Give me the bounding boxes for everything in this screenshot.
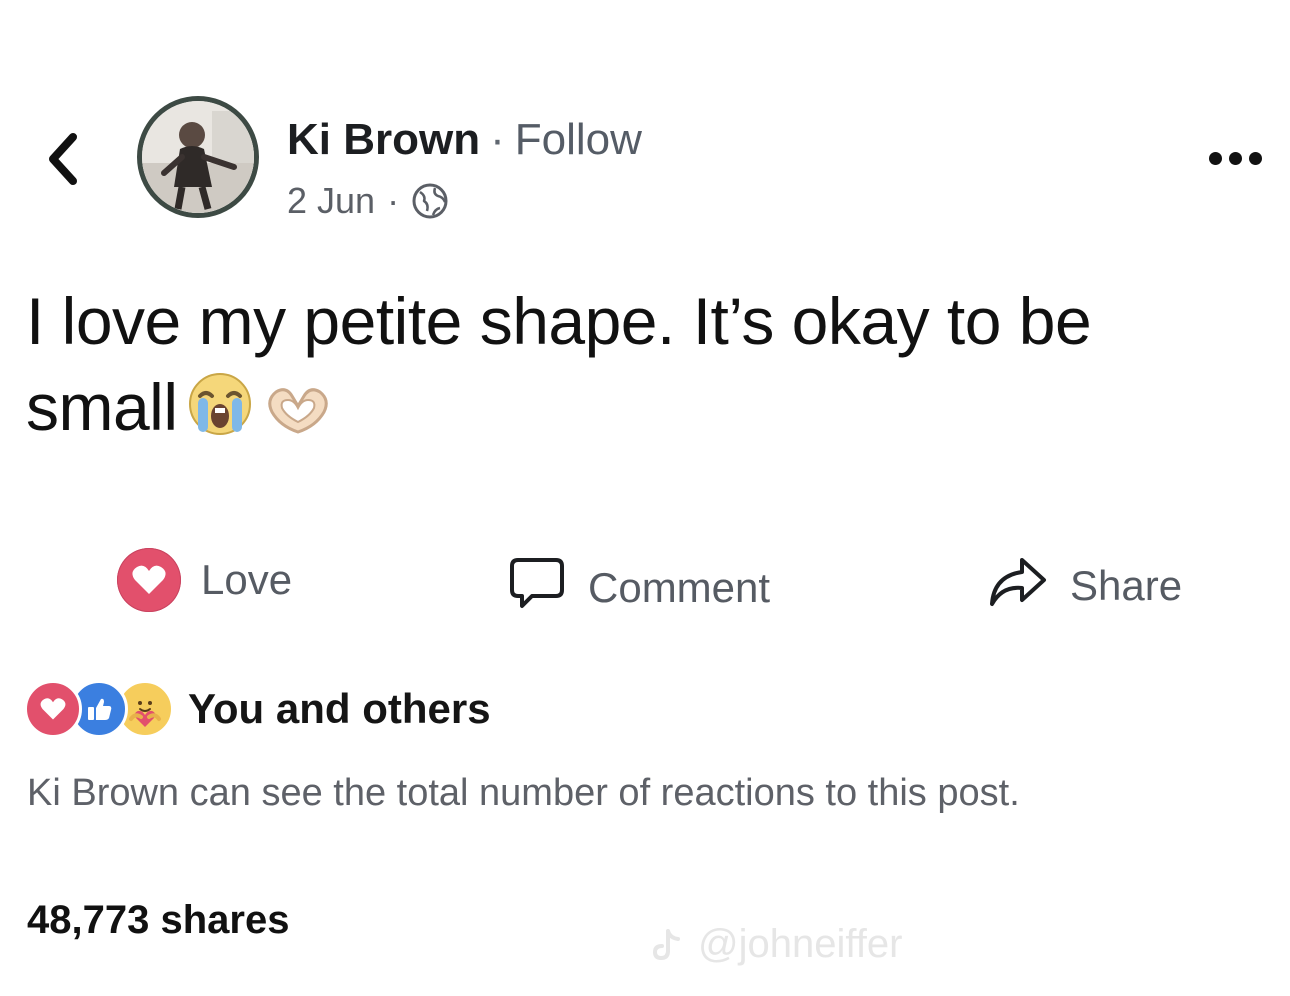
comment-icon xyxy=(508,554,566,622)
tiktok-logo-icon xyxy=(652,928,680,960)
post-text: I love my petite shape. It’s okay to be … xyxy=(26,278,1246,458)
more-dot-icon xyxy=(1208,151,1222,165)
love-reaction-icon xyxy=(117,548,181,612)
reactions-label[interactable]: You and others xyxy=(188,685,491,733)
share-action-label: Share xyxy=(1070,562,1183,609)
author-separator: · xyxy=(490,115,505,164)
video-watermark: @johneiffer xyxy=(648,922,902,967)
love-reaction-icon xyxy=(24,680,82,738)
follow-button[interactable]: Follow xyxy=(515,115,642,164)
love-action-label: Love xyxy=(201,556,293,603)
heart-hands-icon xyxy=(262,372,334,458)
more-dot-icon xyxy=(1248,151,1262,165)
reactions-summary[interactable]: You and others xyxy=(24,680,491,738)
avatar-photo xyxy=(142,101,254,213)
shares-count[interactable]: 48,773 shares xyxy=(27,898,289,943)
loudly-crying-face-icon xyxy=(186,370,254,458)
post-date[interactable]: 2 Jun xyxy=(287,178,375,224)
watermark-handle: @johneiffer xyxy=(698,922,903,966)
globe-icon[interactable] xyxy=(411,182,449,220)
post-meta: 2 Jun · xyxy=(287,178,449,224)
reactions-privacy-notice: Ki Brown can see the total number of rea… xyxy=(27,772,1020,814)
author-line: Ki Brown · Follow xyxy=(287,112,642,168)
comment-action-button[interactable]: Comment xyxy=(508,554,770,622)
chevron-left-icon xyxy=(49,133,77,185)
avatar[interactable] xyxy=(137,96,259,218)
share-action-button[interactable]: Share xyxy=(988,554,1182,618)
back-button[interactable] xyxy=(38,128,86,190)
love-action-button[interactable]: Love xyxy=(117,548,292,612)
comment-action-label: Comment xyxy=(588,564,771,611)
more-dot-icon xyxy=(1228,151,1242,165)
share-arrow-icon xyxy=(988,554,1048,618)
author-name[interactable]: Ki Brown xyxy=(287,115,480,164)
more-options-button[interactable] xyxy=(1200,140,1270,176)
meta-separator: · xyxy=(387,180,400,221)
